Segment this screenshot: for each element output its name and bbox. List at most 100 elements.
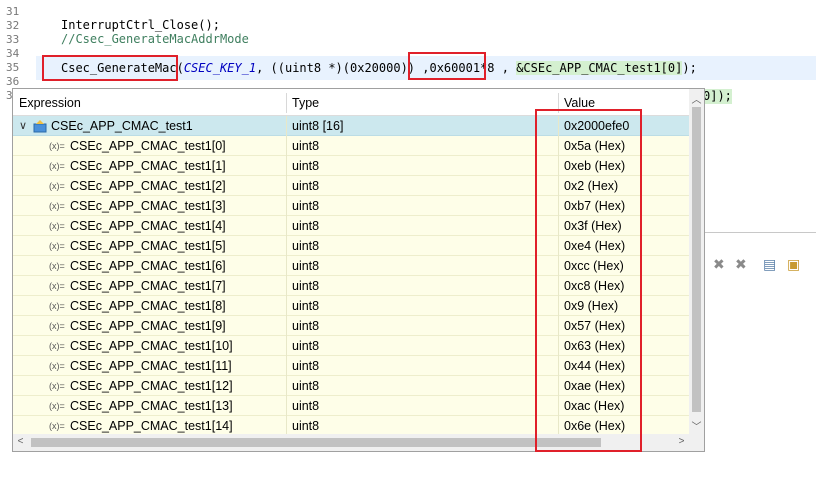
row-value: 0xcc (Hex) [564, 259, 624, 273]
expression-hover-popup[interactable]: Expression Type Value ∨ CSEc_APP_CMAC_te… [12, 88, 705, 452]
remove-all-icon[interactable]: ✖ [735, 257, 747, 273]
table-row[interactable]: (x)= CSEc_APP_CMAC_test1[12] uint8 0xae (He… [13, 376, 691, 396]
variable-icon: (x)= [49, 221, 65, 231]
column-header: Expression Type Value [13, 89, 691, 116]
variable-icon: (x)= [49, 281, 65, 291]
row-type: uint8 [292, 359, 320, 373]
cell-divider [286, 396, 287, 416]
cell-divider [558, 136, 559, 156]
table-row[interactable]: (x)= CSEc_APP_CMAC_test1[13] uint8 0xac (He… [13, 396, 691, 416]
cell-divider [558, 396, 559, 416]
row-type: uint8 [292, 379, 320, 393]
cell-divider [558, 336, 559, 356]
expand-icon[interactable]: ▣ [787, 257, 800, 273]
table-row[interactable]: (x)= CSEc_APP_CMAC_test1[3] uint8 0xb7 (Hex… [13, 196, 691, 216]
cell-divider [558, 376, 559, 396]
vertical-scrollbar[interactable]: ︿ ﹀ [689, 89, 704, 435]
row-value: 0x44 (Hex) [564, 359, 626, 373]
variable-icon: (x)= [49, 381, 65, 391]
table-row[interactable]: (x)= CSEc_APP_CMAC_test1[0] uint8 0x5a (Hex… [13, 136, 691, 156]
scroll-down-icon[interactable]: ﹀ [689, 418, 704, 433]
variable-icon: (x)= [49, 341, 65, 351]
row-value: 0x63 (Hex) [564, 339, 626, 353]
cell-divider [558, 416, 559, 436]
variable-icon: (x)= [49, 421, 65, 431]
horizontal-scrollbar[interactable]: < > [13, 434, 691, 451]
expand-chevron-icon[interactable]: ∨ [19, 116, 27, 136]
cell-divider [286, 116, 287, 136]
cell-divider [286, 416, 287, 436]
row-value: 0x2 (Hex) [564, 179, 619, 193]
row-type: uint8 [16] [292, 119, 344, 133]
row-value: 0xb7 (Hex) [564, 199, 626, 213]
header-type[interactable]: Type [292, 89, 319, 115]
variable-icon: (x)= [49, 161, 65, 171]
func-name: Csec_GenerateMac [61, 61, 177, 75]
horizontal-scroll-thumb[interactable] [31, 438, 601, 447]
cell-divider [558, 216, 559, 236]
row-type: uint8 [292, 399, 320, 413]
key-arg: CSEC_KEY_1 [183, 61, 257, 75]
paren: ( [176, 61, 184, 75]
code-line-comment: //Csec_GenerateMacAddrMode [61, 32, 249, 46]
table-row[interactable]: (x)= CSEc_APP_CMAC_test1[7] uint8 0xc8 (Hex… [13, 276, 691, 296]
header-expression[interactable]: Expression [19, 89, 81, 115]
row-value: 0x57 (Hex) [564, 319, 626, 333]
variable-icon: (x)= [49, 201, 65, 211]
cell-divider [558, 176, 559, 196]
collapse-icon[interactable]: ▤ [763, 257, 776, 273]
row-expression: CSEc_APP_CMAC_test1[11] [70, 359, 232, 373]
row-expression: CSEc_APP_CMAC_test1[10] [70, 339, 233, 353]
row-type: uint8 [292, 279, 320, 293]
table-row[interactable]: (x)= CSEc_APP_CMAC_test1[1] uint8 0xeb (Hex… [13, 156, 691, 176]
row-value: 0x3f (Hex) [564, 219, 622, 233]
row-expression: CSEc_APP_CMAC_test1[4] [70, 219, 226, 233]
row-expression: CSEc_APP_CMAC_test1[6] [70, 259, 226, 273]
table-row[interactable]: (x)= CSEc_APP_CMAC_test1[4] uint8 0x3f (Hex… [13, 216, 691, 236]
cell-divider [286, 196, 287, 216]
row-value: 0xae (Hex) [564, 379, 626, 393]
table-row[interactable]: (x)= CSEc_APP_CMAC_test1[8] uint8 0x9 (Hex) [13, 296, 691, 316]
cell-divider [286, 316, 287, 336]
scroll-left-icon[interactable]: < [13, 436, 28, 447]
line-number: 32 [6, 19, 20, 32]
table-row-parent[interactable]: ∨ CSEc_APP_CMAC_test1 uint8 [16] 0x2000e… [13, 116, 691, 136]
row-value: 0xac (Hex) [564, 399, 625, 413]
row-type: uint8 [292, 139, 320, 153]
row-type: uint8 [292, 159, 320, 173]
vertical-scroll-thumb[interactable] [692, 107, 701, 412]
cell-divider [286, 356, 287, 376]
scroll-right-icon[interactable]: > [674, 436, 689, 447]
scroll-up-icon[interactable]: ︿ [689, 91, 704, 106]
cell-divider [558, 256, 559, 276]
cell-divider [286, 136, 287, 156]
view-divider [705, 232, 816, 233]
row-expression: CSEc_APP_CMAC_test1[13] [70, 399, 233, 413]
table-row[interactable]: (x)= CSEc_APP_CMAC_test1[14] uint8 0x6e (He… [13, 416, 691, 436]
variable-icon: (x)= [49, 261, 65, 271]
table-row[interactable]: (x)= CSEc_APP_CMAC_test1[10] uint8 0x63 (He… [13, 336, 691, 356]
remove-icon[interactable]: ✖ [713, 257, 725, 273]
table-row[interactable]: (x)= CSEc_APP_CMAC_test1[2] uint8 0x2 (Hex) [13, 176, 691, 196]
code-tail: 0]); [703, 89, 732, 104]
row-value: 0x2000efe0 [564, 119, 630, 133]
separator: , [494, 61, 517, 75]
cell-divider [558, 196, 559, 216]
row-expression: CSEc_APP_CMAC_test1[8] [70, 299, 226, 313]
table-row[interactable]: (x)= CSEc_APP_CMAC_test1[9] uint8 0x57 (Hex… [13, 316, 691, 336]
table-row[interactable]: (x)= CSEc_APP_CMAC_test1[6] uint8 0xcc (Hex… [13, 256, 691, 276]
scroll-corner [689, 434, 704, 451]
variable-icon: (x)= [49, 361, 65, 371]
cell-divider [558, 236, 559, 256]
table-row[interactable]: (x)= CSEc_APP_CMAC_test1[11] uint8 0x44 (He… [13, 356, 691, 376]
cell-divider [286, 236, 287, 256]
row-expression: CSEc_APP_CMAC_test1[14] [70, 419, 233, 433]
row-type: uint8 [292, 419, 320, 433]
row-type: uint8 [292, 239, 320, 253]
variable-icon: (x)= [49, 181, 65, 191]
row-type: uint8 [292, 319, 320, 333]
row-expression: CSEc_APP_CMAC_test1[7] [70, 279, 226, 293]
table-row[interactable]: (x)= CSEc_APP_CMAC_test1[5] uint8 0xe4 (Hex… [13, 236, 691, 256]
cell-divider [558, 156, 559, 176]
header-value[interactable]: Value [564, 89, 595, 115]
